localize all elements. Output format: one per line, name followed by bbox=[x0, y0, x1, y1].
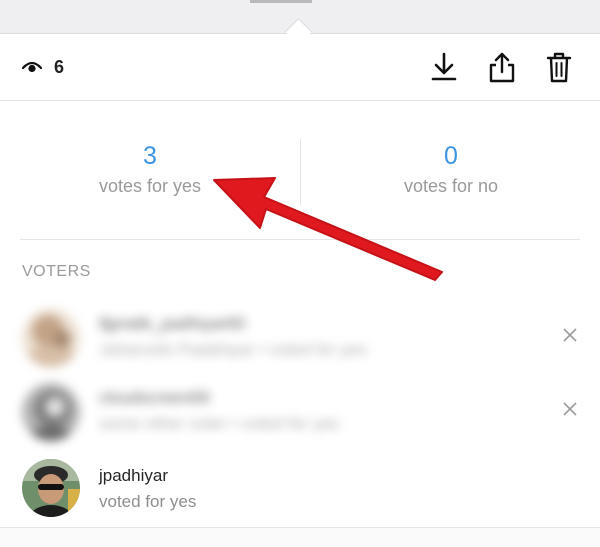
share-button[interactable] bbox=[483, 48, 521, 86]
yes-votes[interactable]: 3 votes for yes bbox=[0, 141, 300, 198]
avatar[interactable] bbox=[22, 309, 80, 367]
eye-icon bbox=[22, 60, 42, 74]
voter-info: lljpratik_padhiyar60 Jahanzeb Padahiyar … bbox=[99, 313, 367, 361]
trash-icon bbox=[546, 51, 572, 83]
avatar[interactable] bbox=[22, 383, 80, 441]
no-vote-label: votes for no bbox=[403, 176, 499, 196]
avatar[interactable] bbox=[22, 459, 80, 517]
yes-vote-label: votes for yes bbox=[98, 176, 202, 196]
close-icon bbox=[563, 401, 577, 421]
poll-results: 3 votes for yes 0 votes for no bbox=[0, 101, 600, 241]
voter-username: lljpratik_padhiyar60 bbox=[99, 314, 246, 333]
bottom-bar bbox=[0, 528, 600, 547]
voter-status: some other voter • voted for yes bbox=[99, 414, 340, 433]
close-icon bbox=[563, 327, 577, 347]
sheet-top-bar bbox=[0, 0, 600, 45]
voter-info: cloudscreen69 some other voter • voted f… bbox=[99, 387, 339, 435]
view-count-value: 6 bbox=[54, 56, 65, 77]
voter-username[interactable]: jpadhiyar bbox=[99, 465, 196, 487]
voter-row[interactable]: lljpratik_padhiyar60 Jahanzeb Padahiyar … bbox=[0, 303, 600, 373]
voter-row[interactable]: cloudscreen69 some other voter • voted f… bbox=[0, 377, 600, 447]
voter-status: voted for yes bbox=[99, 492, 197, 511]
story-viewers-header: 6 bbox=[0, 34, 600, 101]
voter-row[interactable]: jpadhiyar voted for yes bbox=[0, 453, 600, 523]
voter-info: jpadhiyar voted for yes bbox=[99, 465, 196, 513]
download-button[interactable] bbox=[425, 48, 463, 86]
divider bbox=[20, 239, 580, 240]
drag-handle[interactable] bbox=[250, 0, 312, 3]
voter-status: Jahanzeb Padahiyar • voted for yes bbox=[99, 340, 367, 359]
delete-button[interactable] bbox=[540, 48, 578, 86]
poll-results-sheet: 6 3 votes for yes 0 votes for no VOTERS … bbox=[0, 0, 600, 547]
no-votes[interactable]: 0 votes for no bbox=[301, 141, 600, 198]
remove-voter-button[interactable] bbox=[560, 401, 580, 421]
voter-username: cloudscreen69 bbox=[99, 388, 210, 407]
share-icon bbox=[487, 51, 517, 83]
view-count[interactable]: 6 bbox=[22, 56, 64, 78]
remove-voter-button[interactable] bbox=[560, 327, 580, 347]
voters-heading: VOTERS bbox=[22, 263, 91, 280]
yes-vote-count: 3 bbox=[143, 142, 157, 170]
download-icon bbox=[430, 52, 458, 82]
no-vote-count: 0 bbox=[444, 142, 458, 170]
